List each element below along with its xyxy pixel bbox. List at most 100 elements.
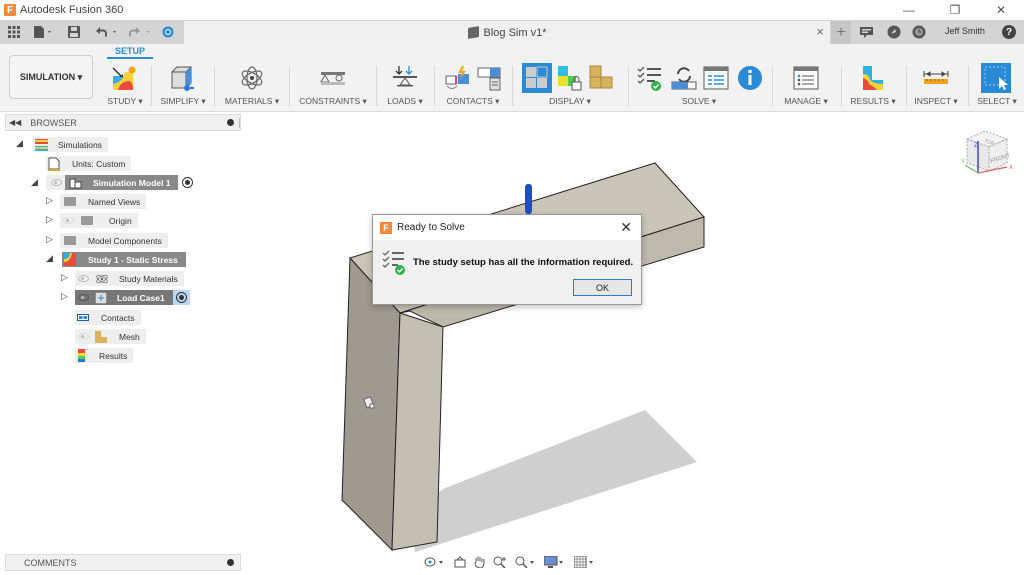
close-window-button[interactable]: ✕ — [978, 0, 1024, 20]
user-account-button[interactable]: Jeff Smith — [945, 26, 985, 36]
inspect-group[interactable]: INSPECT ▾ — [908, 60, 964, 112]
save-button[interactable] — [66, 23, 82, 41]
tree-node-simulation-model[interactable]: Simulation Model 1 — [46, 175, 194, 190]
expand-model-components-icon[interactable]: ▷ — [46, 234, 53, 245]
activate-radio[interactable] — [182, 177, 194, 188]
undo-button[interactable] — [93, 23, 121, 41]
manage-icon — [793, 66, 819, 90]
dialog-title: Ready to Solve — [397, 222, 465, 233]
document-tab[interactable]: Blog Sim v1* × — [184, 21, 830, 44]
tree-node-simulations[interactable]: Simulations — [33, 137, 108, 152]
orbit-button[interactable] — [424, 556, 446, 571]
select-group[interactable]: SELECT ▾ — [972, 60, 1022, 112]
collapse-simulations-icon[interactable]: ◢ — [16, 138, 23, 149]
pin-browser-icon[interactable] — [227, 119, 234, 126]
comments-panel-header[interactable]: COMMENTS — [5, 554, 241, 571]
file-menu-button[interactable] — [31, 23, 57, 41]
restore-button[interactable]: ❐ — [932, 0, 978, 20]
contacts-group[interactable]: CONTACTS ▾ — [438, 60, 508, 112]
display-group[interactable]: DISPLAY ▾ — [516, 60, 624, 112]
collapse-model-icon[interactable]: ◢ — [31, 177, 38, 188]
job-status-button[interactable] — [160, 23, 176, 41]
apps-grid-button[interactable] — [6, 23, 22, 41]
tree-node-model-components[interactable]: Model Components — [60, 233, 168, 248]
dialog-close-button[interactable]: ✕ — [620, 219, 632, 236]
node-label: Origin — [109, 215, 132, 226]
expand-origin-icon[interactable]: ▷ — [46, 214, 53, 225]
pan-button[interactable] — [473, 555, 485, 571]
hidden-eye-icon[interactable] — [78, 333, 89, 340]
separator — [906, 66, 907, 106]
study-group[interactable]: STUDY ▾ — [100, 60, 150, 112]
tree-node-contacts[interactable]: Contacts — [75, 310, 141, 325]
display-label: DISPLAY ▾ — [549, 96, 591, 106]
tree-node-named-views[interactable]: Named Views — [60, 194, 147, 209]
pan-hand-icon — [474, 556, 485, 569]
node-label: Model Components — [88, 235, 162, 246]
tree-node-units[interactable]: Units: Custom — [46, 156, 132, 171]
solve-group[interactable]: SOLVE ▾ — [632, 60, 766, 112]
node-label: Study 1 - Static Stress — [88, 254, 178, 265]
dialog-title-bar[interactable]: F Ready to Solve ✕ — [373, 215, 641, 240]
tree-node-results[interactable]: Results — [75, 348, 134, 363]
tree-node-study-materials[interactable]: Study Materials — [75, 271, 184, 286]
redo-button[interactable] — [127, 23, 155, 41]
materials-atom-icon — [241, 66, 263, 90]
workspace-switcher-button[interactable]: SIMULATION ▾ — [9, 55, 93, 99]
loads-group[interactable]: LOADS ▾ — [380, 60, 430, 112]
node-label: Load Case1 — [117, 292, 165, 303]
simulations-icon — [35, 138, 48, 151]
3d-viewport[interactable] — [241, 113, 1024, 575]
node-label: Named Views — [88, 196, 141, 207]
study-label: STUDY ▾ — [107, 96, 143, 106]
tab-setup[interactable]: SETUP — [107, 46, 153, 59]
browser-panel-header[interactable]: ◀◀ BROWSER — [5, 114, 241, 131]
new-tab-button[interactable]: + — [831, 21, 851, 44]
data-panel-button[interactable] — [887, 25, 901, 44]
expand-named-views-icon[interactable]: ▷ — [46, 195, 53, 206]
close-tab-button[interactable]: × — [816, 24, 824, 39]
visibility-eye-icon[interactable] — [78, 275, 89, 282]
measure-icon — [923, 71, 949, 84]
constraints-group[interactable]: CONSTRAINTS ▾ — [293, 60, 373, 112]
resize-handle[interactable] — [239, 118, 240, 128]
help-button[interactable]: ? — [1002, 25, 1016, 39]
visibility-eye-icon[interactable] — [51, 179, 62, 186]
notifications-button[interactable] — [860, 26, 873, 44]
materials-group[interactable]: MATERIALS ▾ — [220, 60, 284, 112]
add-comment-icon[interactable] — [227, 559, 234, 566]
tree-node-mesh[interactable]: Mesh — [75, 329, 146, 344]
history-button[interactable] — [912, 25, 926, 44]
activate-radio[interactable] — [175, 292, 187, 303]
look-at-button[interactable] — [454, 555, 466, 571]
node-label: Simulation Model 1 — [93, 177, 171, 188]
grid-settings-button[interactable] — [573, 555, 596, 571]
ok-button[interactable]: OK — [573, 279, 632, 296]
tree-node-load-case[interactable]: Load Case1 — [75, 290, 190, 305]
constraints-icon — [320, 72, 345, 85]
job-status-icon — [162, 26, 174, 38]
materials-label: MATERIALS ▾ — [224, 96, 280, 106]
view-cube[interactable]: TOP FRONT Z X Y — [955, 125, 1017, 185]
tree-node-study-1[interactable]: Study 1 - Static Stress — [62, 252, 186, 267]
folder-icon — [81, 216, 93, 225]
results-legend-icon — [78, 349, 85, 362]
expand-load-case-icon[interactable]: ▷ — [61, 291, 68, 302]
expand-study-materials-icon[interactable]: ▷ — [61, 272, 68, 283]
simplify-group[interactable]: SIMPLIFY ▾ — [155, 60, 211, 112]
minimize-button[interactable]: — — [886, 0, 932, 20]
visibility-eye-icon[interactable] — [78, 294, 89, 301]
results-group[interactable]: RESULTS ▾ — [845, 60, 901, 112]
manage-group[interactable]: MANAGE ▾ — [776, 60, 836, 112]
fusion-logo-icon: F — [380, 221, 392, 234]
zoom-button[interactable] — [493, 556, 507, 571]
collapse-browser-icon[interactable]: ◀◀ — [9, 118, 21, 127]
separator — [376, 66, 377, 106]
collapse-study-icon[interactable]: ◢ — [46, 253, 53, 264]
hidden-eye-icon[interactable] — [63, 217, 74, 224]
ribbon-toolbar: SIMULATION ▾ SETUP STUDY ▾ SIMPLIFY ▾ MA… — [0, 44, 1024, 112]
loads-label: LOADS ▾ — [387, 96, 423, 106]
fit-button[interactable] — [515, 556, 537, 571]
tree-node-origin[interactable]: Origin — [60, 213, 138, 228]
display-settings-button[interactable] — [543, 555, 566, 571]
